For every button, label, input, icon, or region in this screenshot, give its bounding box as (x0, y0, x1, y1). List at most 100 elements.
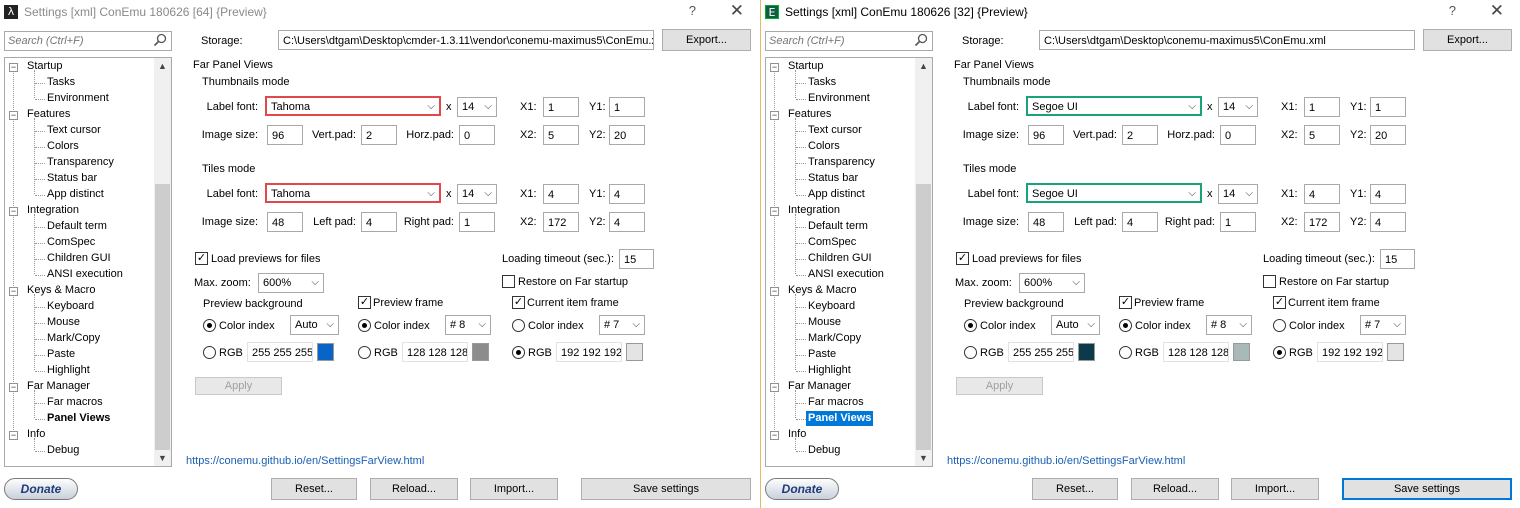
tree-node[interactable]: − Far Manager (9, 379, 149, 395)
tiles-pad2-input[interactable]: 1 (1220, 212, 1256, 232)
tiles-x2-input[interactable]: 172 (1304, 212, 1340, 232)
cf-index-select[interactable]: # 7 ⌵ (1360, 315, 1406, 335)
storage-path-field[interactable]: C:\Users\dtgam\Desktop\conemu-maximus5\C… (1039, 30, 1415, 50)
tree-node[interactable]: Far macros (806, 395, 910, 411)
cf-rgb-input[interactable]: 192 192 192 (1317, 342, 1383, 362)
bg-rgb-input[interactable]: 255 255 255 (247, 342, 313, 362)
restore-checkbox[interactable] (1263, 275, 1276, 288)
tiles-pad2-input[interactable]: 1 (459, 212, 495, 232)
tree-node[interactable]: − Keys & Macro (9, 283, 149, 299)
max-zoom-select[interactable]: 600% ⌵ (258, 273, 324, 293)
collapse-icon[interactable]: − (770, 111, 779, 120)
thumbnails-font-size-select[interactable]: 14 ⌵ (1218, 97, 1258, 117)
bg-index-select[interactable]: Auto ⌵ (290, 315, 339, 335)
tiles-label-font-select[interactable]: Tahoma ⌵ (265, 183, 441, 203)
bg-rgb-radio[interactable] (964, 346, 977, 359)
tiles-x1-input[interactable]: 4 (543, 184, 579, 204)
bg-color-index-radio[interactable] (964, 319, 977, 332)
tree-node[interactable]: Children GUI (806, 251, 910, 267)
pf-color-swatch[interactable] (1233, 343, 1250, 361)
storage-path-field[interactable]: C:\Users\dtgam\Desktop\cmder-1.3.11\vend… (278, 30, 654, 50)
tree-node[interactable]: − Features (9, 107, 149, 123)
cf-color-index-radio[interactable] (1273, 319, 1286, 332)
scroll-up-icon[interactable]: ▲ (919, 61, 928, 71)
close-icon[interactable]: ✕ (730, 1, 744, 21)
bg-index-select[interactable]: Auto ⌵ (1051, 315, 1100, 335)
thumbnails-label-font-select[interactable]: Segoe UI ⌵ (1026, 96, 1202, 116)
tree-node[interactable]: − Info (770, 427, 910, 443)
tiles-pad1-input[interactable]: 4 (361, 212, 397, 232)
thumbnails-y2-input[interactable]: 20 (1370, 125, 1406, 145)
reset-button[interactable]: Reset... (1032, 478, 1118, 500)
apply-button[interactable]: Apply (956, 377, 1043, 395)
cf-color-swatch[interactable] (626, 343, 643, 361)
tree-node[interactable]: Panel Views (45, 411, 149, 427)
tree-node[interactable]: − Integration (9, 203, 149, 219)
tree-node[interactable]: Far macros (45, 395, 149, 411)
tree-node[interactable]: Text cursor (806, 123, 910, 139)
collapse-icon[interactable]: − (770, 63, 779, 72)
tree-node[interactable]: Text cursor (45, 123, 149, 139)
search-icon[interactable] (914, 33, 928, 47)
cf-enable-checkbox[interactable]: ✓ (512, 296, 525, 309)
thumbnails-label-font-select[interactable]: Tahoma ⌵ (265, 96, 441, 116)
tree-node[interactable]: Panel Views (806, 411, 910, 427)
tree-node[interactable]: − Info (9, 427, 149, 443)
tree-node[interactable]: Keyboard (45, 299, 149, 315)
thumbnails-image-size-input[interactable]: 96 (1028, 125, 1064, 145)
tiles-font-size-select[interactable]: 14 ⌵ (457, 184, 497, 204)
pf-index-select[interactable]: # 8 ⌵ (1206, 315, 1252, 335)
thumbnails-pad1-input[interactable]: 2 (1122, 125, 1158, 145)
tiles-y1-input[interactable]: 4 (1370, 184, 1406, 204)
tree-node[interactable]: − Startup (770, 59, 910, 75)
pf-enable-checkbox[interactable]: ✓ (358, 296, 371, 309)
tiles-x1-input[interactable]: 4 (1304, 184, 1340, 204)
scroll-thumb[interactable] (155, 184, 170, 450)
export-button[interactable]: Export... (662, 29, 751, 51)
collapse-icon[interactable]: − (770, 207, 779, 216)
tree-node[interactable]: ANSI execution (806, 267, 910, 283)
scroll-up-icon[interactable]: ▲ (158, 61, 167, 71)
tiles-image-size-input[interactable]: 48 (267, 212, 303, 232)
tiles-y1-input[interactable]: 4 (609, 184, 645, 204)
cf-rgb-input[interactable]: 192 192 192 (556, 342, 622, 362)
scroll-down-icon[interactable]: ▼ (919, 453, 928, 463)
tree-node[interactable]: Tasks (806, 75, 910, 91)
tree-node[interactable]: Mouse (806, 315, 910, 331)
tree-node[interactable]: Transparency (806, 155, 910, 171)
tree-node[interactable]: App distinct (45, 187, 149, 203)
import-button[interactable]: Import... (470, 478, 558, 500)
tree-node[interactable]: − Startup (9, 59, 149, 75)
collapse-icon[interactable]: − (9, 383, 18, 392)
thumbnails-pad2-input[interactable]: 0 (459, 125, 495, 145)
loading-timeout-input[interactable]: 15 (619, 249, 654, 269)
export-button[interactable]: Export... (1423, 29, 1512, 51)
tree-node[interactable]: Transparency (45, 155, 149, 171)
title-bar[interactable]: E Settings [xml] ConEmu 180626 [32] {Prev… (761, 0, 1520, 24)
settings-tree[interactable]: − Startup Tasks Environment − Features Text cu… (4, 57, 172, 467)
thumbnails-pad2-input[interactable]: 0 (1220, 125, 1256, 145)
tiles-x2-input[interactable]: 172 (543, 212, 579, 232)
search-input[interactable] (8, 34, 148, 48)
help-icon[interactable]: ? (689, 3, 696, 18)
thumbnails-image-size-input[interactable]: 96 (267, 125, 303, 145)
thumbnails-x2-input[interactable]: 5 (543, 125, 579, 145)
help-icon[interactable]: ? (1449, 3, 1456, 18)
cf-enable-checkbox[interactable]: ✓ (1273, 296, 1286, 309)
load-previews-checkbox[interactable]: ✓ (956, 252, 969, 265)
tree-node[interactable]: Colors (806, 139, 910, 155)
reload-button[interactable]: Reload... (1131, 478, 1219, 500)
cf-rgb-radio[interactable] (1273, 346, 1286, 359)
pf-color-index-radio[interactable] (1119, 319, 1132, 332)
thumbnails-y2-input[interactable]: 20 (609, 125, 645, 145)
tree-node[interactable]: ComSpec (806, 235, 910, 251)
thumbnails-y1-input[interactable]: 1 (609, 97, 645, 117)
settings-tree[interactable]: − Startup Tasks Environment − Features Text cu… (765, 57, 933, 467)
bg-rgb-radio[interactable] (203, 346, 216, 359)
tree-node[interactable]: Highlight (45, 363, 149, 379)
pf-enable-checkbox[interactable]: ✓ (1119, 296, 1132, 309)
collapse-icon[interactable]: − (9, 287, 18, 296)
collapse-icon[interactable]: − (9, 63, 18, 72)
help-link[interactable]: https://conemu.github.io/en/SettingsFarV… (947, 455, 1185, 467)
tree-node[interactable]: ComSpec (45, 235, 149, 251)
